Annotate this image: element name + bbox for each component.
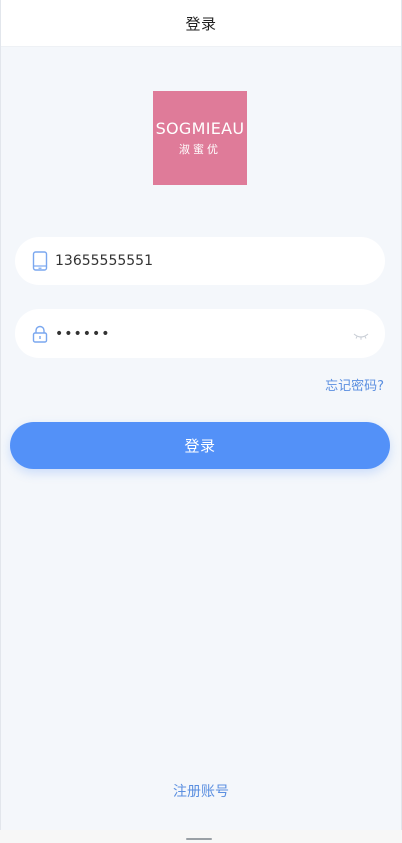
home-indicator[interactable]: [186, 838, 212, 840]
phone-icon: [31, 251, 49, 271]
phone-field[interactable]: [15, 237, 385, 285]
page-title: 登录: [185, 14, 217, 33]
eye-closed-icon[interactable]: [353, 327, 369, 340]
bottom-system-bar: [0, 830, 402, 843]
brand-logo: SOGMIEAU 淑蜜优: [153, 91, 247, 185]
logo-sub-text: 淑蜜优: [179, 142, 221, 156]
forgot-password-link[interactable]: 忘记密码?: [325, 375, 384, 394]
app-screen: 登录 SOGMIEAU 淑蜜优 13655555551 •••••• 忘记密码?…: [0, 0, 402, 830]
lock-icon: [31, 324, 49, 344]
register-link[interactable]: 注册账号: [1, 781, 401, 801]
phone-input[interactable]: [55, 253, 335, 269]
logo-brand-text: SOGMIEAU: [155, 118, 245, 138]
password-field[interactable]: [15, 309, 385, 358]
nav-bar: 登录: [1, 0, 401, 47]
password-input[interactable]: [55, 325, 335, 342]
login-button[interactable]: 登录: [10, 422, 390, 469]
